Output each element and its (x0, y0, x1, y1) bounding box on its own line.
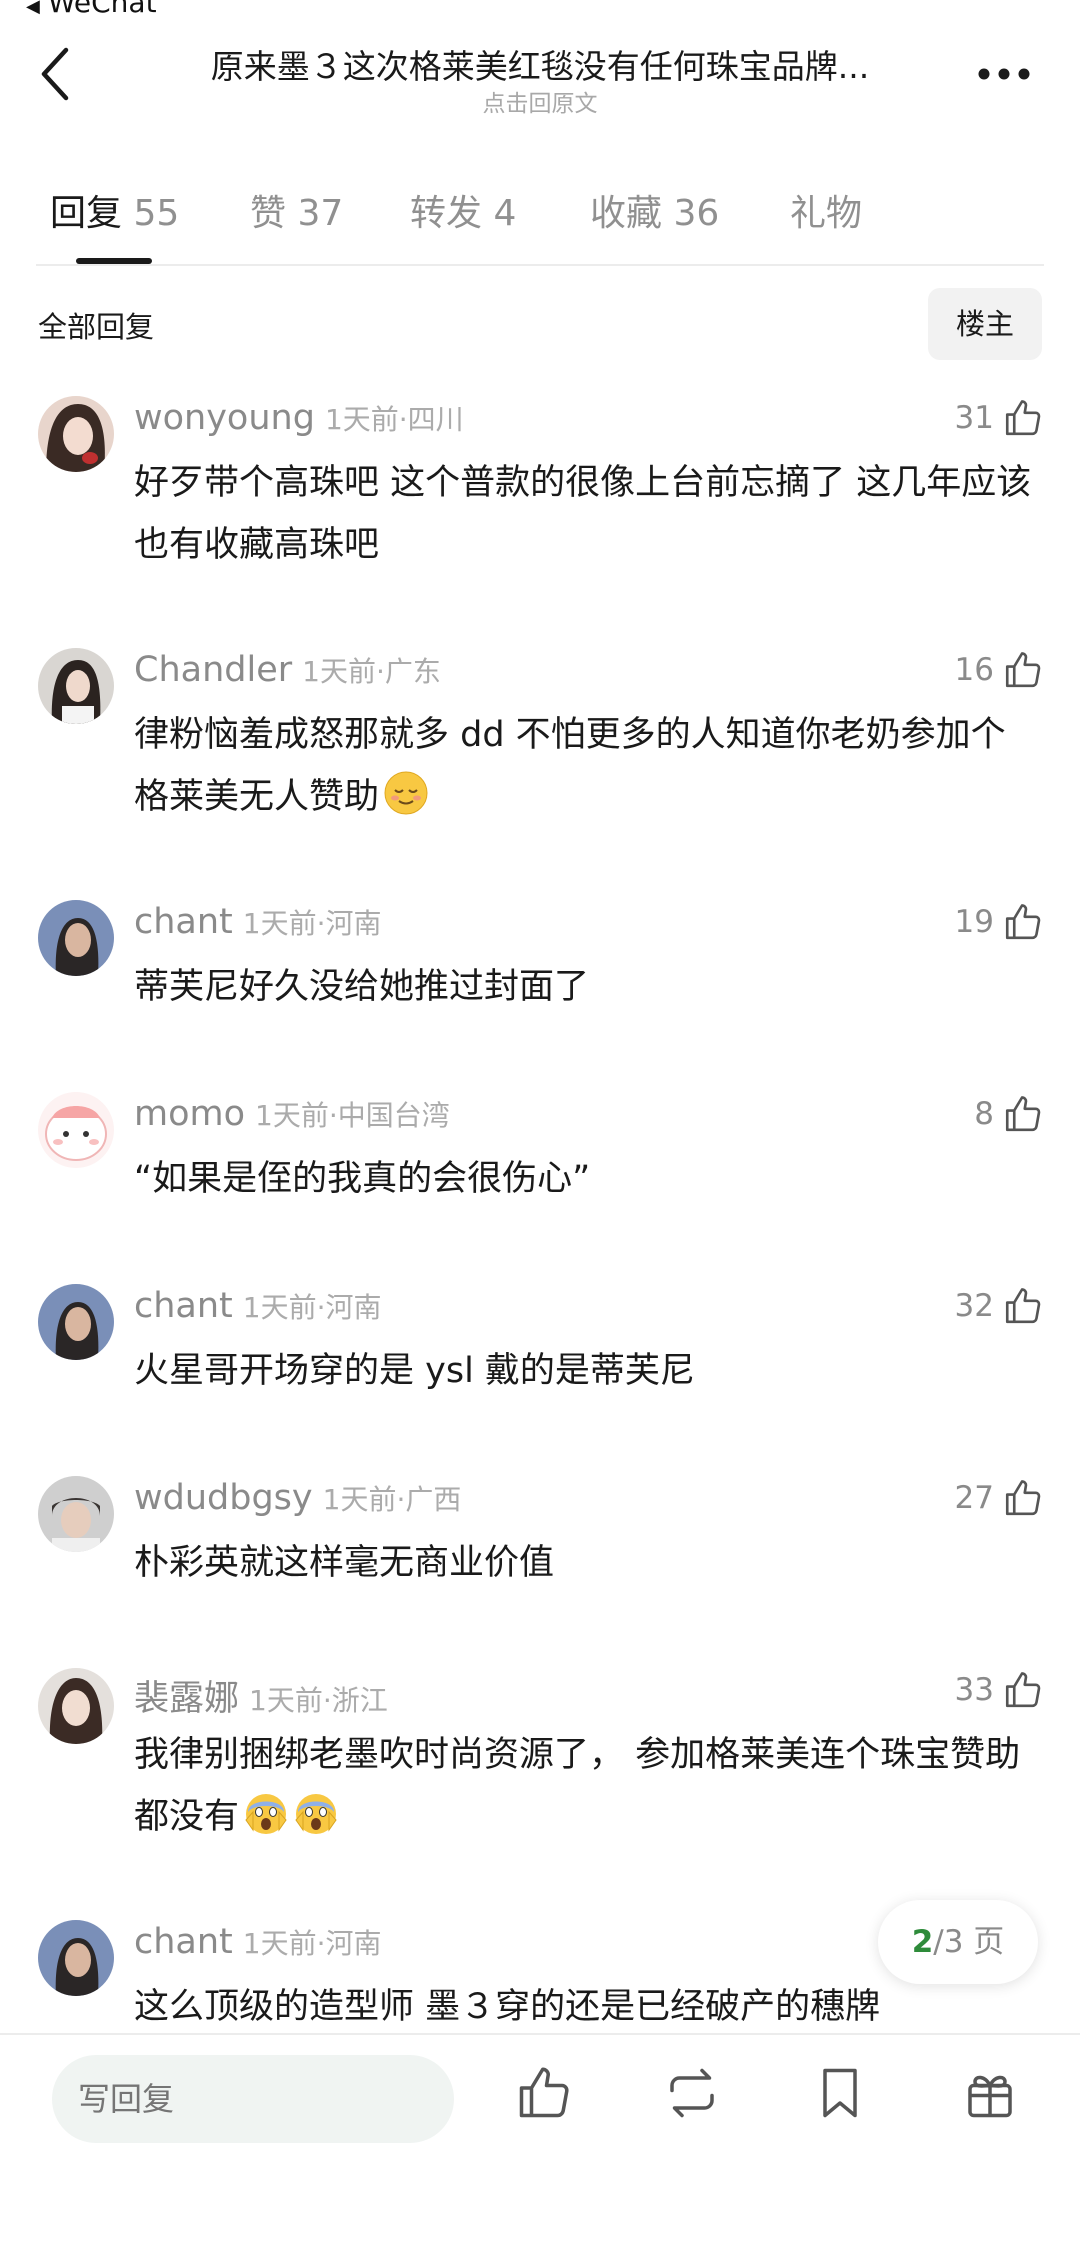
avatar[interactable] (38, 1668, 114, 1744)
avatar[interactable] (38, 1920, 114, 1996)
thumbs-up-icon (519, 2067, 569, 2118)
like-article-button[interactable] (514, 2063, 574, 2123)
total-pages: /3 页 (933, 1924, 1005, 1960)
page-title[interactable]: 原来墨３这次格莱美红毯没有任何珠宝品牌... (160, 40, 920, 88)
tab-label: 回复 (50, 193, 123, 234)
comment-text: 好歹带个高珠吧 这个普款的很像上台前忘摘了 这几年应该也有收藏高珠吧 (134, 463, 1032, 565)
like-button[interactable]: 27 (955, 1474, 1044, 1522)
back-triangle-icon: ◀ (26, 0, 40, 17)
comment-text: 朴彩英就这样毫无商业价值 (134, 1543, 555, 1583)
tab-shares[interactable]: 转发 4 (410, 184, 516, 236)
gift-icon (968, 2075, 1012, 2118)
relieved-face-emoji (384, 771, 428, 815)
back-to-article-link[interactable]: 点击回原文 (160, 84, 920, 118)
tab-favorites[interactable]: 收藏 36 (590, 184, 719, 236)
comment-text: 律粉恼羞成怒那就多 dd 不怕更多的人知道你老奶参加个格莱美无人赞助 (134, 715, 1006, 817)
avatar[interactable] (38, 1284, 114, 1360)
comment-text: 这么顶级的造型师 墨３穿的还是已经破产的穗牌 (134, 1987, 881, 2027)
tab-count: 36 (673, 193, 720, 234)
like-button[interactable]: 33 (955, 1666, 1044, 1714)
like-button[interactable]: 32 (955, 1282, 1044, 1330)
avatar[interactable] (38, 396, 114, 472)
comment-text: “如果是侄的我真的会很伤心” (134, 1159, 591, 1199)
repost-icon (670, 2068, 714, 2118)
like-button[interactable]: 16 (955, 646, 1044, 694)
like-count: 8 (974, 1096, 994, 1132)
gift-button[interactable] (960, 2063, 1020, 2123)
comment-author[interactable]: Chandler 1天前·广东 (134, 650, 441, 690)
tab-bar: 回复 55 赞 37 转发 4 收藏 36 礼物 (36, 184, 1046, 244)
comment-author[interactable]: 裴露娜 1天前·浙江 (134, 1670, 388, 1721)
share-button[interactable] (662, 2063, 722, 2123)
comment-author[interactable]: chant 1天前·河南 (134, 1922, 382, 1962)
thumbs-up-icon (1005, 1288, 1041, 1324)
comment-text: 火星哥开场穿的是 ysl 戴的是蒂芙尼 (134, 1351, 695, 1391)
page-indicator[interactable]: 2/3 页 (878, 1900, 1038, 1984)
tab-likes[interactable]: 赞 37 (250, 184, 343, 236)
screaming-face-emoji (295, 1794, 337, 1834)
comment-author[interactable]: momo 1天前·中国台湾 (134, 1094, 450, 1134)
chevron-left-icon (41, 47, 69, 101)
thumbs-up-icon (1005, 652, 1041, 688)
thumbs-up-icon (1005, 1096, 1041, 1132)
like-button[interactable]: 19 (955, 898, 1044, 946)
comment-text: 蒂芙尼好久没给她推过封面了 (134, 967, 590, 1007)
comment-meta: 1天前·河南 (242, 1927, 382, 1960)
owner-filter-button[interactable]: 楼主 (928, 288, 1042, 360)
comment-meta: 1天前·四川 (324, 403, 464, 436)
like-count: 31 (954, 400, 994, 436)
bookmark-icon (823, 2068, 857, 2118)
comment-meta: 1天前·河南 (242, 907, 382, 940)
tab-replies[interactable]: 回复 55 (50, 184, 179, 236)
avatar[interactable] (38, 648, 114, 724)
thumbs-up-icon (1005, 1480, 1041, 1516)
screaming-face-emoji (245, 1794, 287, 1834)
tab-label: 礼物 (790, 193, 863, 234)
tab-label: 转发 (410, 193, 483, 234)
comment-meta: 1天前·广东 (302, 655, 441, 688)
reply-input[interactable] (52, 2055, 454, 2143)
tab-count: 4 (493, 193, 517, 234)
comment-text: 我律别捆绑老墨吹时尚资源了， 参加格莱美连个珠宝赞助都没有 (134, 1735, 1021, 1837)
comment-meta: 1天前·中国台湾 (255, 1099, 450, 1132)
back-to-app[interactable]: ◀ WeChat (26, 0, 157, 19)
like-button[interactable]: 31 (955, 394, 1044, 442)
tab-count: 37 (297, 193, 344, 234)
like-button[interactable]: 8 (974, 1090, 1044, 1138)
tab-count: 55 (133, 193, 180, 234)
like-count: 27 (954, 1480, 994, 1516)
bottom-action-bar (0, 2033, 1080, 2245)
like-count: 19 (954, 904, 994, 940)
like-count: 32 (954, 1288, 994, 1324)
avatar[interactable] (38, 1476, 114, 1552)
thumbs-up-icon (1005, 1672, 1041, 1708)
comment-author[interactable]: wonyoung 1天前·四川 (134, 398, 464, 438)
like-count: 16 (954, 652, 994, 688)
current-page: 2 (911, 1924, 934, 1960)
divider (36, 264, 1044, 266)
comment-author[interactable]: chant 1天前·河南 (134, 902, 382, 942)
avatar[interactable] (38, 900, 114, 976)
tab-gifts[interactable]: 礼物 (790, 184, 862, 236)
tab-label: 收藏 (590, 193, 663, 234)
comment-meta: 1天前·浙江 (249, 1684, 388, 1717)
page: ◀ WeChat 原来墨３这次格莱美红毯没有任何珠宝品牌... 点击回原文 回复 … (0, 0, 1080, 2245)
avatar[interactable] (38, 1092, 114, 1168)
tab-label: 赞 (250, 193, 287, 234)
favorite-button[interactable] (810, 2063, 870, 2123)
comment-meta: 1天前·河南 (242, 1291, 382, 1324)
more-button[interactable] (974, 54, 1034, 94)
thumbs-up-icon (1005, 400, 1041, 436)
comment-meta: 1天前·广西 (322, 1483, 462, 1516)
section-title: 全部回复 (38, 310, 155, 344)
thumbs-up-icon (1005, 904, 1041, 940)
back-button[interactable] (36, 44, 76, 104)
more-dots-icon (978, 68, 1030, 80)
like-count: 33 (954, 1672, 994, 1708)
comment-author[interactable]: chant 1天前·河南 (134, 1286, 382, 1326)
comment-author[interactable]: wdudbgsy 1天前·广西 (134, 1478, 461, 1518)
back-app-label: WeChat (47, 0, 157, 19)
